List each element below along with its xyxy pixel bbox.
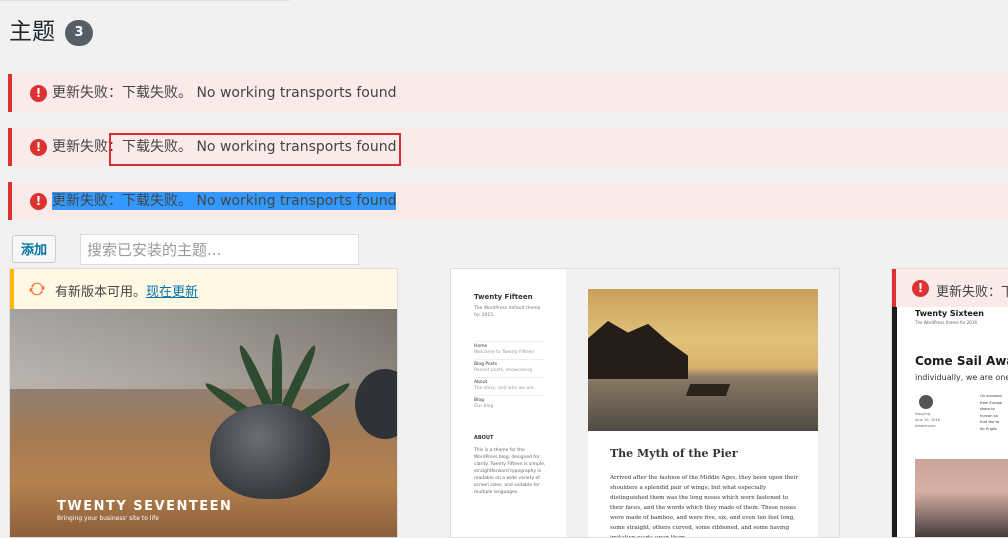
theme-screenshot[interactable]: Twenty Sixteen The WordPress theme for 2… xyxy=(892,307,1008,537)
preview-nav-item: Blog Posts Recent posts, showcasing xyxy=(474,359,544,374)
theme-search-input[interactable] xyxy=(80,234,359,265)
update-text: 有新版本可用。现在更新 xyxy=(55,285,199,300)
window-background xyxy=(10,309,397,389)
preview-about-text: This is a theme for the WordPress blog, … xyxy=(474,448,546,495)
update-failed-notice: ! 更新失败：下载失败。 No working transports found xyxy=(8,74,1008,112)
pier-silhouette xyxy=(588,321,688,379)
top-divider xyxy=(0,0,290,1)
preview-post-title: The Myth of the Pier xyxy=(610,447,738,460)
plant-leaf xyxy=(272,334,282,404)
update-available-notice: 有新版本可用。现在更新 xyxy=(10,269,397,309)
pier-wreck xyxy=(685,384,731,396)
error-icon: ! xyxy=(30,85,47,102)
preview-site-title: Twenty Fifteen xyxy=(474,293,533,301)
preview-site-description: The WordPress theme for 2016 xyxy=(915,320,977,325)
preview-nav-item: Home Welcome to Twenty Fifteen xyxy=(474,341,544,356)
add-theme-button[interactable]: 添加 xyxy=(12,235,56,263)
theme-screenshot[interactable]: TWENTY SEVENTEEN Bringing your business'… xyxy=(10,309,397,537)
preview-site-description: The WordPress default theme for 2015. xyxy=(474,306,541,318)
preview-site-title: Twenty Sixteen xyxy=(915,309,984,318)
error-icon: ! xyxy=(30,139,47,156)
theme-card-twenty-seventeen[interactable]: 有新版本可用。现在更新 TWENTY SEVENTEEN Bringing yo… xyxy=(9,268,398,538)
page-title: 主题 xyxy=(9,19,55,45)
theme-count-badge: 3 xyxy=(65,20,93,46)
preview-nav-item: About The story, and who we are xyxy=(474,377,544,392)
preview-meta: Swaying June 10, 2016 Adventures xyxy=(915,412,940,428)
preview-nav-item: Blog Our blog xyxy=(474,395,544,410)
preview-sidebar: Twenty Fifteen The WordPress default the… xyxy=(451,269,566,537)
preview-column: On occasion from Europe shore to human s… xyxy=(980,394,1003,431)
screenshot-title: TWENTY SEVENTEEN xyxy=(57,499,233,514)
preview-post-body: Arrived after the fashion of the Middle … xyxy=(610,475,799,538)
pier-image xyxy=(588,289,818,431)
avatar xyxy=(919,395,933,409)
notice-text-selected[interactable]: 更新失败：下载失败。 No working transports found xyxy=(52,192,397,210)
refresh-icon xyxy=(29,282,45,296)
highlight-box xyxy=(109,133,401,166)
preview-subheading: individually, we are one drop xyxy=(915,373,1008,382)
plant-pot xyxy=(210,404,330,499)
preview-post: The Myth of the Pier Arrived after the f… xyxy=(588,289,818,538)
notice-text: 更新失败：下载失败。 No working transports found xyxy=(52,85,397,101)
sunset-image xyxy=(915,459,1008,537)
update-now-link[interactable]: 现在更新 xyxy=(146,285,198,300)
update-failed-notice: ! 更新失败：下载失败。 No working transports found xyxy=(8,182,1008,220)
preview-about-heading: ABOUT xyxy=(474,435,494,441)
theme-card-twenty-fifteen[interactable]: Twenty Fifteen The WordPress default the… xyxy=(450,268,840,538)
error-icon: ! xyxy=(912,280,929,297)
screenshot-tagline: Bringing your business' site to life xyxy=(57,515,159,522)
notice-text: 更新失败：下 xyxy=(936,285,1008,300)
preview-heading: Come Sail Away xyxy=(915,354,1008,368)
error-icon: ! xyxy=(30,193,47,210)
update-failed-notice: ! 更新失败：下 xyxy=(892,269,1008,307)
theme-card-twenty-sixteen[interactable]: ! 更新失败：下 Twenty Sixteen The WordPress th… xyxy=(891,268,1008,538)
